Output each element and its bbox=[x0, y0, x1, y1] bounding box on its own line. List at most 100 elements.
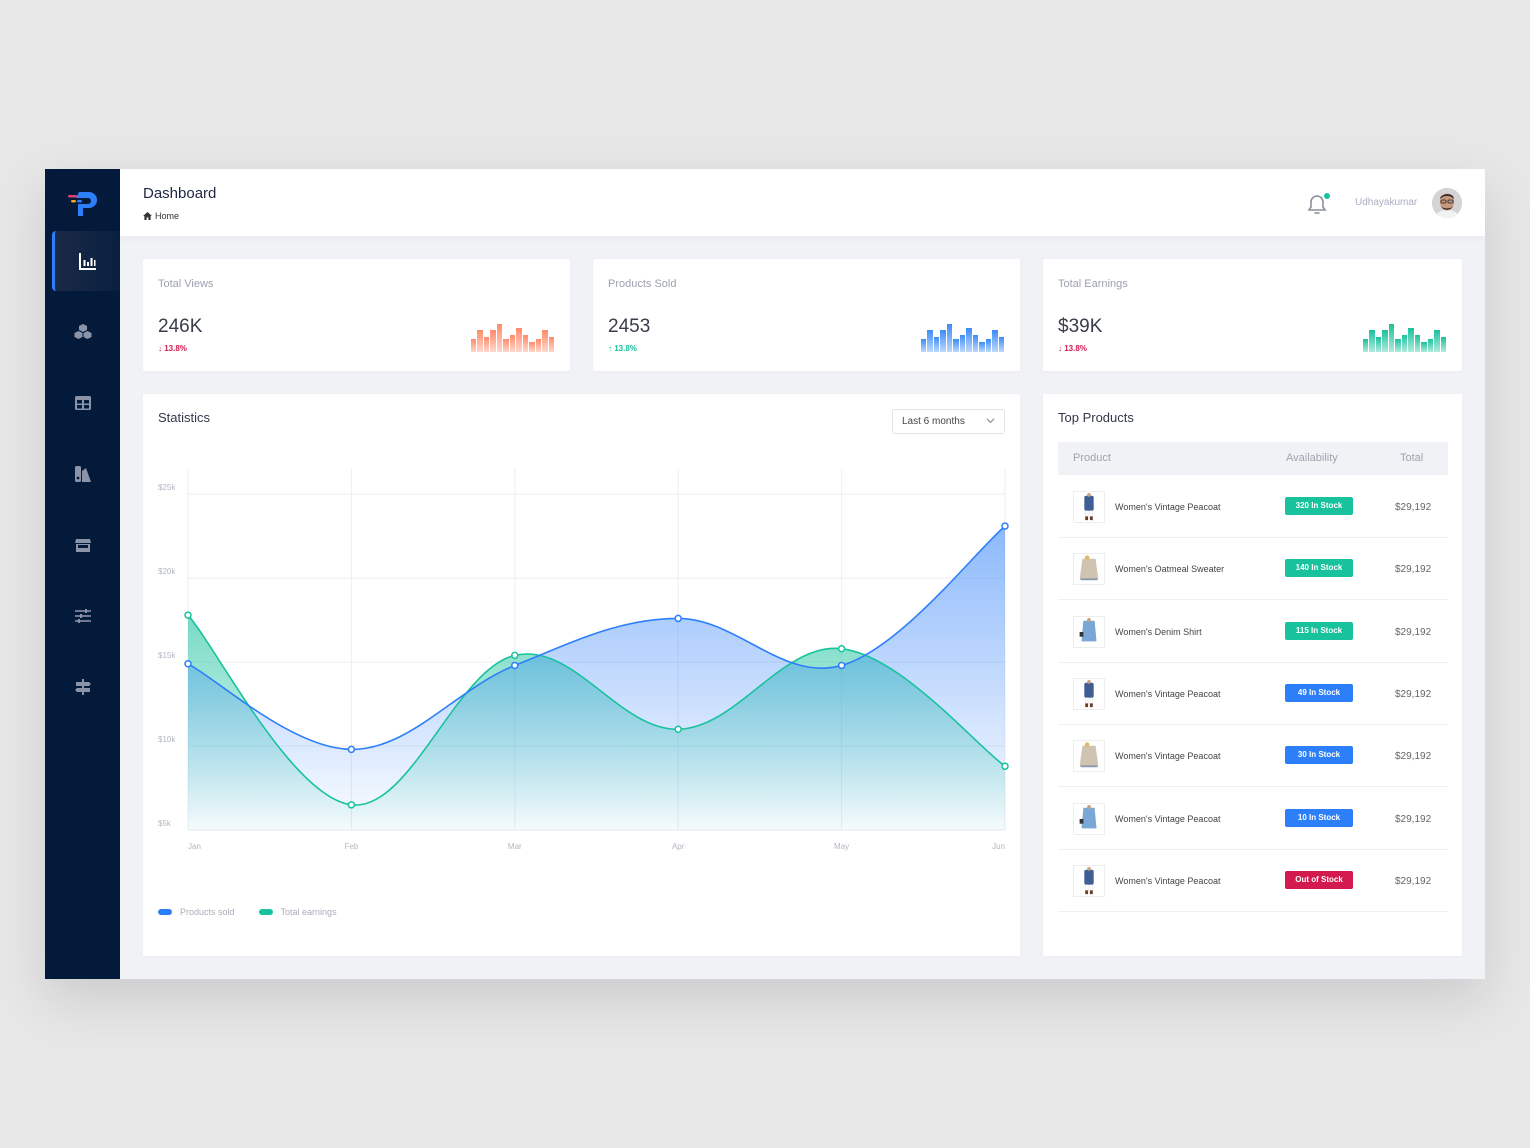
product-thumbnail bbox=[1073, 802, 1105, 835]
breadcrumb[interactable]: Home bbox=[143, 211, 179, 221]
spark-bar bbox=[927, 330, 933, 352]
data-point[interactable] bbox=[837, 644, 846, 653]
x-tick-label: Mar bbox=[508, 842, 522, 851]
top-products-title: Top Products bbox=[1058, 410, 1134, 425]
availability-badge: 30 In Stock bbox=[1285, 746, 1353, 765]
table-row[interactable]: Women's Vintage Peacoat 10 In Stock $29,19… bbox=[1058, 788, 1448, 850]
spark-bar bbox=[985, 338, 992, 352]
stat-change: ↓ 13.8% bbox=[1058, 344, 1087, 353]
availability-badge: 10 In Stock bbox=[1285, 808, 1353, 827]
sidebar-item-directions[interactable] bbox=[45, 657, 120, 717]
spark-bar bbox=[1434, 330, 1440, 352]
logo-icon[interactable] bbox=[65, 186, 101, 218]
stat-value: 2453 bbox=[608, 316, 651, 337]
product-total: $29,192 bbox=[1395, 564, 1432, 576]
table-row[interactable]: Women's Oatmeal Sweater 140 In Stock $29,1… bbox=[1058, 538, 1448, 601]
data-point[interactable] bbox=[184, 660, 192, 668]
avatar[interactable] bbox=[1432, 188, 1462, 218]
x-tick-label: Jan bbox=[188, 842, 201, 851]
data-point[interactable] bbox=[347, 801, 356, 809]
data-point[interactable] bbox=[1001, 522, 1009, 530]
spark-bar bbox=[548, 337, 555, 352]
product-name[interactable]: Women's Denim Shirt bbox=[1115, 627, 1202, 637]
sidebar-item-swatches[interactable] bbox=[45, 444, 120, 504]
spark-bar bbox=[979, 342, 985, 352]
table-header: Product Availability Total bbox=[1058, 442, 1448, 475]
spark-bar bbox=[940, 330, 946, 352]
username[interactable]: Udhayakumar bbox=[1355, 197, 1417, 208]
legend-label: Total earnings bbox=[280, 907, 337, 917]
breadcrumb-home[interactable]: Home bbox=[155, 211, 179, 221]
table-row[interactable]: Women's Denim Shirt 115 In Stock $29,192 bbox=[1058, 601, 1448, 663]
notification-dot bbox=[1324, 193, 1330, 199]
data-point[interactable] bbox=[184, 611, 192, 619]
product-name[interactable]: Women's Vintage Peacoat bbox=[1115, 814, 1220, 824]
legend-item-products-sold[interactable]: Products sold bbox=[158, 907, 235, 917]
table-row[interactable]: Women's Vintage Peacoat Out of Stock $29,1… bbox=[1058, 850, 1448, 912]
spark-bar bbox=[1401, 334, 1408, 352]
y-tick-label: $15k bbox=[158, 651, 176, 660]
stat-card-products-sold: Products Sold 2453 ↑ 13.8% bbox=[593, 259, 1020, 371]
chart-legend: Products sold Total earnings bbox=[158, 907, 337, 917]
stat-value: 246K bbox=[158, 316, 203, 337]
table-row[interactable]: Women's Vintage Peacoat 320 In Stock $29,1… bbox=[1058, 476, 1448, 538]
cubes-icon bbox=[74, 324, 91, 339]
column-header-product[interactable]: Product bbox=[1073, 452, 1111, 464]
data-point[interactable] bbox=[511, 651, 519, 660]
product-name[interactable]: Women's Vintage Peacoat bbox=[1115, 689, 1220, 699]
data-point[interactable] bbox=[511, 661, 519, 670]
spark-bar bbox=[946, 323, 953, 352]
column-header-total[interactable]: Total bbox=[1400, 452, 1423, 464]
statistics-card: Statistics Last 6 months $5k $10k $15k $20k… bbox=[143, 394, 1020, 956]
data-point[interactable] bbox=[837, 661, 846, 670]
product-thumbnail bbox=[1073, 677, 1105, 710]
product-name[interactable]: Women's Vintage Peacoat bbox=[1115, 751, 1220, 761]
column-header-availability[interactable]: Availability bbox=[1286, 452, 1338, 464]
data-point[interactable] bbox=[347, 745, 356, 754]
legend-swatch bbox=[158, 909, 172, 915]
sparkline bbox=[921, 322, 1005, 352]
sliders-icon bbox=[74, 609, 91, 623]
data-point[interactable] bbox=[674, 725, 682, 734]
spark-bar bbox=[998, 337, 1005, 352]
data-point[interactable] bbox=[674, 614, 682, 623]
x-tick-label: May bbox=[834, 842, 849, 851]
sidebar-item-products[interactable] bbox=[45, 302, 120, 362]
sidebar-item-analytics[interactable] bbox=[52, 231, 120, 291]
sidebar-item-store[interactable] bbox=[45, 515, 120, 575]
stat-card-total-earnings: Total Earnings $39K ↓ 13.8% bbox=[1043, 259, 1462, 371]
table-icon bbox=[74, 396, 91, 410]
area-products-sold bbox=[188, 526, 1005, 830]
legend-swatch bbox=[258, 909, 273, 915]
sidebar-item-tables[interactable] bbox=[45, 373, 120, 433]
stat-label: Total Earnings bbox=[1058, 278, 1128, 290]
product-name[interactable]: Women's Vintage Peacoat bbox=[1115, 502, 1220, 512]
x-tick-label: Apr bbox=[672, 842, 685, 851]
table-row[interactable]: Women's Vintage Peacoat 30 In Stock $29,19… bbox=[1058, 725, 1448, 788]
stat-label: Total Views bbox=[158, 278, 214, 290]
spark-bar bbox=[503, 338, 509, 352]
table-row[interactable]: Women's Vintage Peacoat 49 In Stock $29,19… bbox=[1058, 663, 1448, 725]
y-tick-label: $20k bbox=[158, 567, 176, 576]
spark-bar bbox=[522, 334, 529, 352]
product-total: $29,192 bbox=[1395, 751, 1432, 763]
product-total: $29,192 bbox=[1395, 502, 1432, 513]
product-thumbnail bbox=[1073, 615, 1105, 648]
spark-bar bbox=[1395, 338, 1401, 352]
page-title: Dashboard bbox=[143, 185, 217, 202]
spark-bar bbox=[496, 323, 503, 352]
product-name[interactable]: Women's Vintage Peacoat bbox=[1115, 876, 1220, 886]
spark-bar bbox=[1363, 338, 1369, 352]
data-point[interactable] bbox=[1001, 762, 1009, 770]
legend-item-total-earnings[interactable]: Total earnings bbox=[258, 907, 337, 917]
sidebar-item-settings[interactable] bbox=[45, 586, 120, 646]
stat-label: Products Sold bbox=[608, 278, 677, 290]
availability-badge: 140 In Stock bbox=[1285, 559, 1353, 578]
spark-bar bbox=[966, 328, 972, 352]
product-total: $29,192 bbox=[1395, 813, 1432, 825]
product-name[interactable]: Women's Oatmeal Sweater bbox=[1115, 564, 1224, 574]
spark-bar bbox=[516, 328, 522, 352]
spark-bar bbox=[1427, 338, 1434, 352]
product-thumbnail bbox=[1073, 864, 1105, 897]
spark-bar bbox=[483, 337, 490, 352]
